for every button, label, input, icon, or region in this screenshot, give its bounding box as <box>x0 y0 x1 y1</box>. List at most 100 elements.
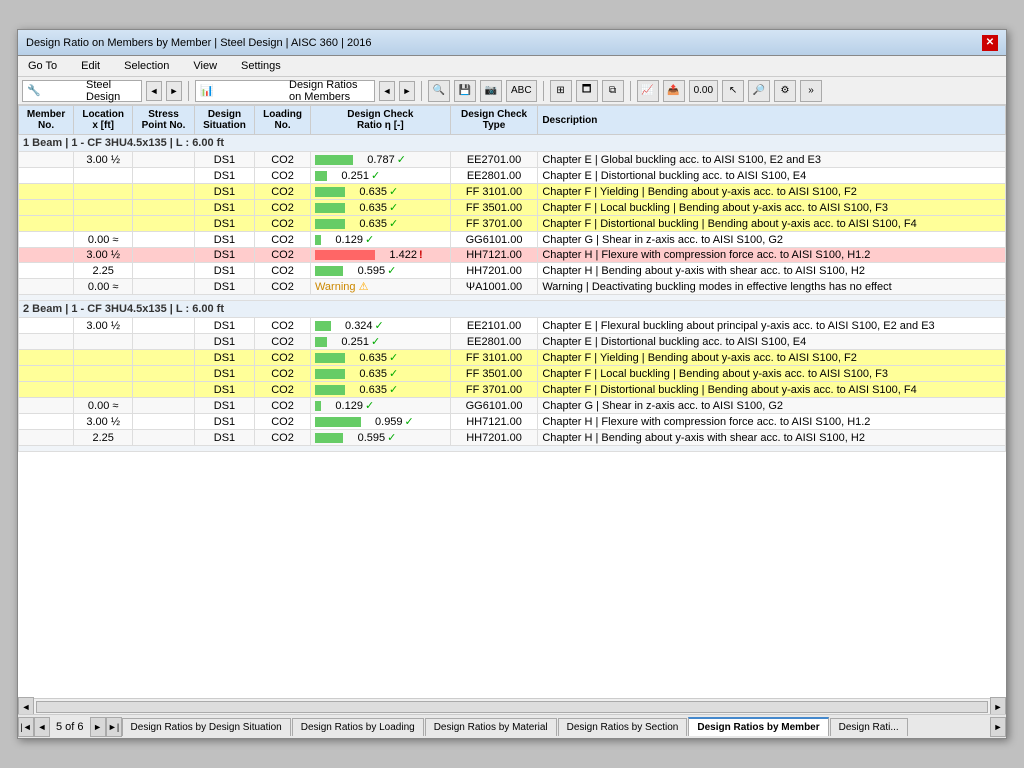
tab-overflow-btn[interactable]: ► <box>990 717 1006 737</box>
check-type-cell: ΕΕ2801.00 <box>450 334 538 350</box>
design-ratios-next-btn[interactable]: ► <box>399 81 415 101</box>
menu-selection[interactable]: Selection <box>118 58 175 74</box>
ratio-cell: 0.251 ✓ <box>310 168 450 184</box>
tab-next-btn[interactable]: ► <box>90 717 106 737</box>
table-row: DS1CO2 0.251 ✓ ΕΕ2801.00Chapter E | Dist… <box>19 168 1006 184</box>
find-btn[interactable]: 🔎 <box>748 80 770 102</box>
ratio-cell: 0.635 ✓ <box>310 366 450 382</box>
tab-design-situation[interactable]: Design Ratios by Design Situation <box>122 718 291 736</box>
ratio-bar <box>315 219 345 229</box>
design-situation-cell: DS1 <box>194 382 254 398</box>
ratio-value: 0.324 <box>333 320 373 332</box>
table-row: 0.00 ≈DS1CO2 0.129 ✓ GG6101.00Chapter G … <box>19 398 1006 414</box>
design-ratios-prev-btn[interactable]: ◄ <box>379 81 395 101</box>
ratio-check: ! <box>419 249 423 261</box>
design-situation-cell: DS1 <box>194 184 254 200</box>
tab-first-btn[interactable]: |◄ <box>18 717 34 737</box>
design-ratios-label: Design Ratios on Members <box>289 79 370 103</box>
cursor-btn[interactable]: ↖ <box>722 80 744 102</box>
separator3 <box>543 81 544 101</box>
location-cell <box>74 334 133 350</box>
tab-prev-btn[interactable]: ◄ <box>34 717 50 737</box>
tab-page-info: 5 of 6 <box>50 721 90 733</box>
menu-goto[interactable]: Go To <box>22 58 63 74</box>
design-situation-cell: DS1 <box>194 398 254 414</box>
tab-last-btn[interactable]: ►| <box>106 717 122 737</box>
tab-overflow[interactable]: Design Rati... <box>830 718 908 736</box>
loading-cell: CO2 <box>255 168 311 184</box>
table-row: 3.00 ½DS1CO2 0.787 ✓ ΕΕ2701.00Chapter E … <box>19 152 1006 168</box>
horizontal-scrollbar[interactable] <box>36 701 988 713</box>
location-cell: 3.00 ½ <box>74 318 133 334</box>
ratio-cell: 0.787 ✓ <box>310 152 450 168</box>
location-cell: 2.25 <box>74 263 133 279</box>
member-no-cell <box>19 350 74 366</box>
location-cell <box>74 200 133 216</box>
member-no-cell <box>19 216 74 232</box>
member-no-cell <box>19 263 74 279</box>
location-cell <box>74 184 133 200</box>
search-btn[interactable]: 🔍 <box>428 80 450 102</box>
design-situation-cell: DS1 <box>194 248 254 263</box>
design-situation-cell: DS1 <box>194 168 254 184</box>
loading-cell: CO2 <box>255 263 311 279</box>
loading-cell: CO2 <box>255 430 311 446</box>
steel-design-dropdown[interactable]: 🔧 Steel Design <box>22 80 142 102</box>
abc-btn[interactable]: ABC <box>506 80 537 102</box>
grid-btn[interactable]: ⊞ <box>550 80 572 102</box>
scrollbar-area: ◄ ► <box>18 698 1006 714</box>
title-bar: Design Ratio on Members by Member | Stee… <box>18 30 1006 56</box>
close-button[interactable]: ✕ <box>982 35 998 51</box>
stress-point-cell <box>133 152 195 168</box>
tab-member[interactable]: Design Ratios by Member <box>688 717 828 736</box>
menu-edit[interactable]: Edit <box>75 58 106 74</box>
loading-cell: CO2 <box>255 334 311 350</box>
member-no-cell <box>19 414 74 430</box>
tab-section[interactable]: Design Ratios by Section <box>558 718 688 736</box>
stress-point-cell <box>133 168 195 184</box>
location-cell: 2.25 <box>74 430 133 446</box>
tab-loading[interactable]: Design Ratios by Loading <box>292 718 424 736</box>
stress-point-cell <box>133 414 195 430</box>
export-btn[interactable]: 📤 <box>663 80 685 102</box>
table-row: DS1CO2 0.635 ✓ FF 3501.00Chapter F | Loc… <box>19 200 1006 216</box>
stress-point-cell <box>133 248 195 263</box>
filter-btn[interactable]: ⚙ <box>774 80 796 102</box>
ratio-check: ✓ <box>387 431 396 444</box>
design-situation-cell: DS1 <box>194 366 254 382</box>
chart-btn[interactable]: 📈 <box>637 80 659 102</box>
table-container[interactable]: MemberNo. Locationx [ft] StressPoint No.… <box>18 105 1006 698</box>
menu-bar: Go To Edit Selection View Settings <box>18 56 1006 77</box>
ratio-bar <box>315 401 321 411</box>
save-btn[interactable]: 💾 <box>454 80 476 102</box>
menu-view[interactable]: View <box>187 58 223 74</box>
check-type-cell: FF 3701.00 <box>450 382 538 398</box>
design-ratios-dropdown[interactable]: 📊 Design Ratios on Members <box>195 80 375 102</box>
stress-point-cell <box>133 398 195 414</box>
tile-btn[interactable]: ⧉ <box>602 80 624 102</box>
location-cell: 0.00 ≈ <box>74 279 133 295</box>
separator2 <box>421 81 422 101</box>
num-btn[interactable]: 0.00 <box>689 80 718 102</box>
tab-material[interactable]: Design Ratios by Material <box>425 718 557 736</box>
stress-point-cell <box>133 334 195 350</box>
ratio-value: 0.635 <box>347 202 387 214</box>
check-type-cell: ΕΕ2701.00 <box>450 152 538 168</box>
data-table: MemberNo. Locationx [ft] StressPoint No.… <box>18 105 1006 452</box>
stress-point-cell <box>133 216 195 232</box>
photo-btn[interactable]: 📷 <box>480 80 502 102</box>
ratio-value: 0.129 <box>323 400 363 412</box>
separator <box>188 81 189 101</box>
toolbar-next-btn[interactable]: ► <box>166 81 182 101</box>
member-no-cell <box>19 184 74 200</box>
toolbar-prev-btn[interactable]: ◄ <box>146 81 162 101</box>
more-btn[interactable]: » <box>800 80 822 102</box>
location-cell <box>74 366 133 382</box>
window-btn[interactable]: 🗖 <box>576 80 598 102</box>
ratio-bar <box>315 337 327 347</box>
description-cell: Chapter G | Shear in z-axis acc. to AISI… <box>538 232 1006 248</box>
description-cell: Chapter F | Local buckling | Bending abo… <box>538 200 1006 216</box>
design-situation-cell: DS1 <box>194 318 254 334</box>
stress-point-cell <box>133 350 195 366</box>
menu-settings[interactable]: Settings <box>235 58 287 74</box>
